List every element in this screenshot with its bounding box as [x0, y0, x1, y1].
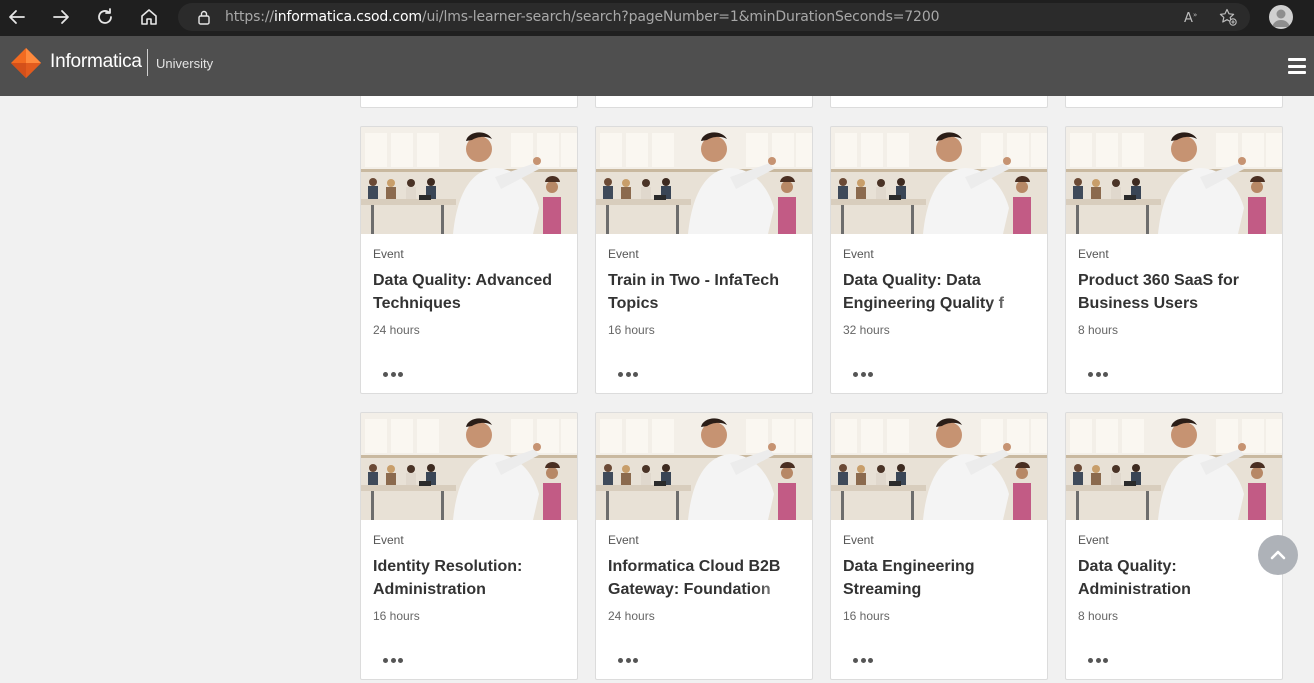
- course-thumbnail-image: [596, 127, 812, 234]
- course-thumbnail[interactable]: [831, 127, 1047, 234]
- card-partial[interactable]: [830, 96, 1048, 108]
- course-card[interactable]: Event Informatica Cloud B2B Gateway: Fou…: [595, 412, 813, 680]
- course-thumbnail-image: [361, 413, 577, 520]
- course-thumbnail[interactable]: [1066, 127, 1282, 234]
- card-duration: 24 hours: [608, 609, 655, 623]
- chevron-up-icon: [1270, 550, 1286, 560]
- course-thumbnail[interactable]: [596, 127, 812, 234]
- card-title[interactable]: Informatica Cloud B2B Gateway: Foundatio…: [608, 555, 804, 601]
- site-header: Informatica University: [0, 36, 1314, 96]
- course-card[interactable]: Event Data Quality: Data Engineering Qua…: [830, 126, 1048, 394]
- logo-text[interactable]: Informatica: [50, 51, 142, 73]
- svg-text:A: A: [1184, 11, 1193, 26]
- card-title[interactable]: Identity Resolution: Administration: [373, 555, 569, 601]
- card-title[interactable]: Data Quality: Data Engineering Quality f: [843, 269, 1039, 315]
- course-thumbnail-image: [831, 413, 1047, 520]
- card-title[interactable]: Data Quality: Advanced Techniques: [373, 269, 569, 315]
- more-options-icon[interactable]: [853, 369, 873, 379]
- card-partial[interactable]: [360, 96, 578, 108]
- url-text[interactable]: https://informatica.csod.com/ui/lms-lear…: [225, 9, 939, 25]
- svg-text:»: »: [1193, 11, 1197, 19]
- card-type-label: Event: [608, 533, 639, 547]
- card-type-label: Event: [843, 247, 874, 261]
- forward-icon[interactable]: [50, 6, 72, 28]
- course-thumbnail-image: [361, 127, 577, 234]
- course-thumbnail[interactable]: [831, 413, 1047, 520]
- card-type-label: Event: [843, 533, 874, 547]
- course-thumbnail[interactable]: [1066, 413, 1282, 520]
- card-type-label: Event: [1078, 247, 1109, 261]
- course-thumbnail[interactable]: [361, 413, 577, 520]
- card-title[interactable]: Train in Two - InfaTech Topics: [608, 269, 804, 315]
- card-partial[interactable]: [1065, 96, 1283, 108]
- course-card[interactable]: Event Train in Two - InfaTech Topics 16 …: [595, 126, 813, 394]
- course-card[interactable]: Event Product 360 SaaS for Business User…: [1065, 126, 1283, 394]
- card-title[interactable]: Product 360 SaaS for Business Users: [1078, 269, 1274, 315]
- card-type-label: Event: [1078, 533, 1109, 547]
- more-options-icon[interactable]: [618, 369, 638, 379]
- menu-icon[interactable]: [1288, 58, 1306, 74]
- course-card[interactable]: Event Data Engineering Streaming 16 hour…: [830, 412, 1048, 680]
- card-duration: 32 hours: [843, 323, 890, 337]
- browser-toolbar: https://informatica.csod.com/ui/lms-lear…: [0, 0, 1314, 36]
- lock-icon[interactable]: [196, 9, 212, 25]
- refresh-icon[interactable]: [94, 6, 116, 28]
- course-card[interactable]: Event Data Quality: Administration 8 hou…: [1065, 412, 1283, 680]
- course-thumbnail[interactable]: [596, 413, 812, 520]
- card-duration: 16 hours: [608, 323, 655, 337]
- more-options-icon[interactable]: [1088, 655, 1108, 665]
- address-bar[interactable]: https://informatica.csod.com/ui/lms-lear…: [178, 3, 1250, 31]
- course-thumbnail-image: [831, 127, 1047, 234]
- card-type-label: Event: [608, 247, 639, 261]
- back-icon[interactable]: [6, 6, 28, 28]
- course-thumbnail-image: [1066, 127, 1282, 234]
- more-options-icon[interactable]: [383, 369, 403, 379]
- logo-subtitle[interactable]: University: [156, 56, 213, 71]
- card-duration: 8 hours: [1078, 609, 1119, 623]
- more-options-icon[interactable]: [1088, 369, 1108, 379]
- course-thumbnail[interactable]: [361, 127, 577, 234]
- favorites-icon[interactable]: [1219, 8, 1237, 26]
- card-type-label: Event: [373, 533, 404, 547]
- course-card[interactable]: Event Data Quality: Advanced Techniques …: [360, 126, 578, 394]
- card-duration: 24 hours: [373, 323, 420, 337]
- logo-divider: [147, 49, 148, 76]
- card-type-label: Event: [373, 247, 404, 261]
- profile-icon[interactable]: [1269, 5, 1293, 29]
- informatica-logo-icon[interactable]: [10, 47, 42, 79]
- scroll-to-top-button[interactable]: [1258, 535, 1298, 575]
- more-options-icon[interactable]: [618, 655, 638, 665]
- home-icon[interactable]: [138, 6, 160, 28]
- read-aloud-icon[interactable]: A»: [1183, 8, 1201, 26]
- course-thumbnail-image: [596, 413, 812, 520]
- card-title[interactable]: Data Quality: Administration: [1078, 555, 1274, 601]
- card-duration: 16 hours: [373, 609, 420, 623]
- more-options-icon[interactable]: [853, 655, 873, 665]
- card-duration: 8 hours: [1078, 323, 1119, 337]
- course-thumbnail-image: [1066, 413, 1282, 520]
- card-title[interactable]: Data Engineering Streaming: [843, 555, 1039, 601]
- card-partial[interactable]: [595, 96, 813, 108]
- more-options-icon[interactable]: [383, 655, 403, 665]
- course-card[interactable]: Event Identity Resolution: Administratio…: [360, 412, 578, 680]
- card-duration: 16 hours: [843, 609, 890, 623]
